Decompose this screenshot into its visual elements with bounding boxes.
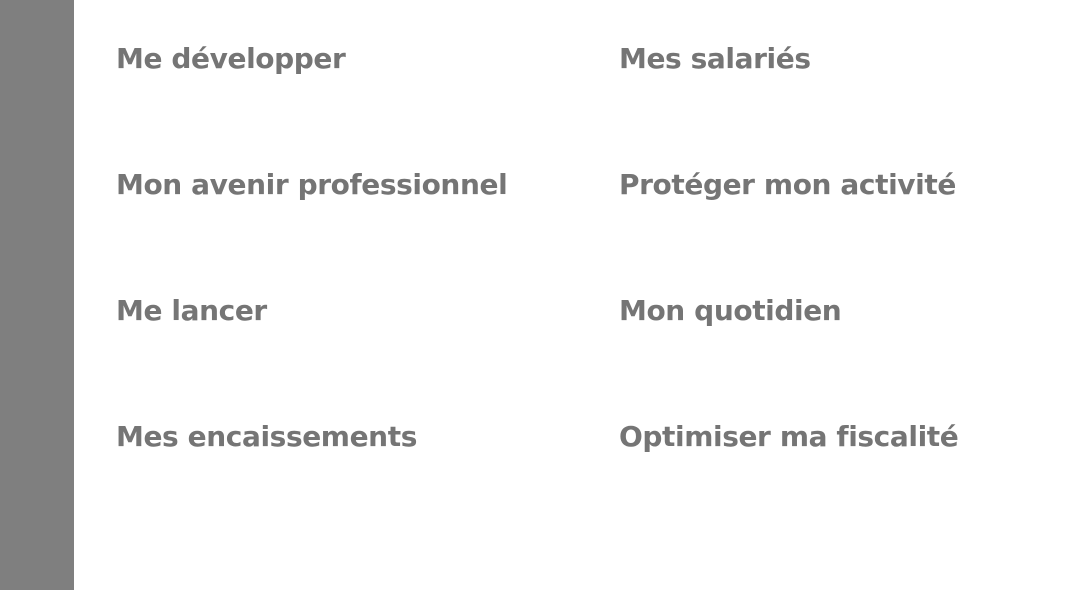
menu-item-me-lancer[interactable]: Me lancer: [116, 289, 619, 333]
menu-item-optimiser-ma-fiscalite[interactable]: Optimiser ma fiscalité: [619, 415, 1016, 459]
menu-item-proteger-mon-activite[interactable]: Protéger mon activité: [619, 163, 1016, 207]
menu-item-mon-avenir-professionnel[interactable]: Mon avenir professionnel: [116, 163, 619, 207]
menu-item-mon-quotidien[interactable]: Mon quotidien: [619, 289, 1016, 333]
menu-item-mes-salaries[interactable]: Mes salariés: [619, 37, 1016, 81]
topic-menu: Me développer Mes salariés Mon avenir pr…: [116, 37, 1016, 541]
page: Me développer Mes salariés Mon avenir pr…: [0, 0, 1080, 590]
menu-item-me-developper[interactable]: Me développer: [116, 37, 619, 81]
menu-item-mes-encaissements[interactable]: Mes encaissements: [116, 415, 619, 459]
sidebar-bar: [0, 0, 74, 590]
